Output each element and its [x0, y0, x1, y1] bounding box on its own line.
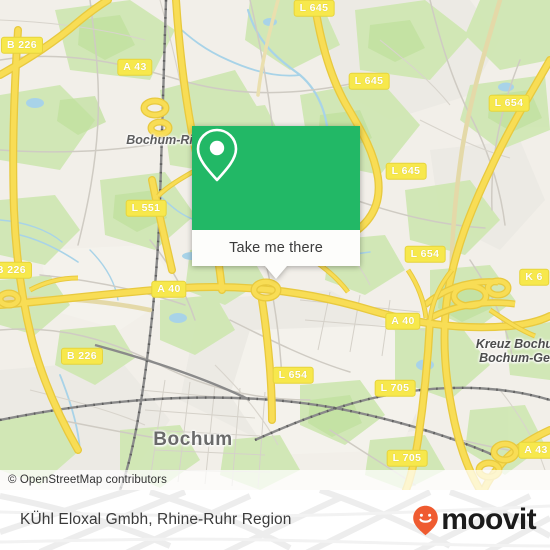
road-shield-l645-mid: L 645: [348, 72, 390, 90]
road-shield-l705-north: L 705: [374, 379, 416, 397]
road-shield-a43-north: A 43: [117, 58, 153, 76]
location-title: KÜhl Eloxal Gmbh, Rhine-Ruhr Region: [20, 511, 292, 528]
road-shield-b226-left: B 226: [0, 261, 33, 279]
road-shield-l654-north: L 654: [488, 94, 530, 112]
popup-icon-area: [192, 126, 360, 230]
footer-content: KÜhl Eloxal Gmbh, Rhine-Ruhr Region moov…: [0, 490, 550, 550]
location-pin-icon: [196, 128, 238, 182]
road-shield-k6: K 6: [519, 268, 549, 286]
road-shield-l645-east: L 645: [385, 162, 427, 180]
map-attribution[interactable]: © OpenStreetMap contributors: [0, 470, 550, 490]
location-popup-card[interactable]: Take me there: [192, 126, 360, 279]
road-shield-b226-bottom: B 226: [60, 347, 104, 365]
map-label-kreuz-bochum: Kreuz Bochum: [475, 337, 550, 351]
road-shield-l654-mid: L 654: [404, 245, 446, 263]
popup-pointer-tail: [265, 266, 287, 279]
footer-bar: KÜhl Eloxal Gmbh, Rhine-Ruhr Region moov…: [0, 490, 550, 550]
moovit-pin-logo-icon: [413, 505, 439, 535]
moovit-wordmark: moovit: [441, 503, 536, 536]
take-me-there-button[interactable]: Take me there: [192, 230, 360, 266]
road-shield-a40-east: A 40: [385, 312, 421, 330]
map-label-bochum-gerthe: Bochum-Gert: [479, 351, 550, 365]
road-shield-a43-south: A 43: [518, 441, 550, 459]
road-shield-b226-top: B 226: [0, 36, 44, 54]
map-canvas[interactable]: Bochum-Rie Bochum Kreuz Bochum Bochum-Ge…: [0, 0, 550, 490]
road-shield-l551: L 551: [125, 199, 167, 217]
road-shield-a40-west: A 40: [151, 280, 187, 298]
map-label-bochum: Bochum: [153, 429, 233, 450]
road-shield-l645-north: L 645: [293, 0, 335, 17]
map-label-bochum-riemke: Bochum-Rie: [126, 133, 200, 147]
road-shield-l654-south: L 654: [272, 366, 314, 384]
road-shield-l705-south: L 705: [386, 449, 428, 467]
map-page: Bochum-Rie Bochum Kreuz Bochum Bochum-Ge…: [0, 0, 550, 550]
moovit-brand[interactable]: moovit: [412, 503, 537, 536]
